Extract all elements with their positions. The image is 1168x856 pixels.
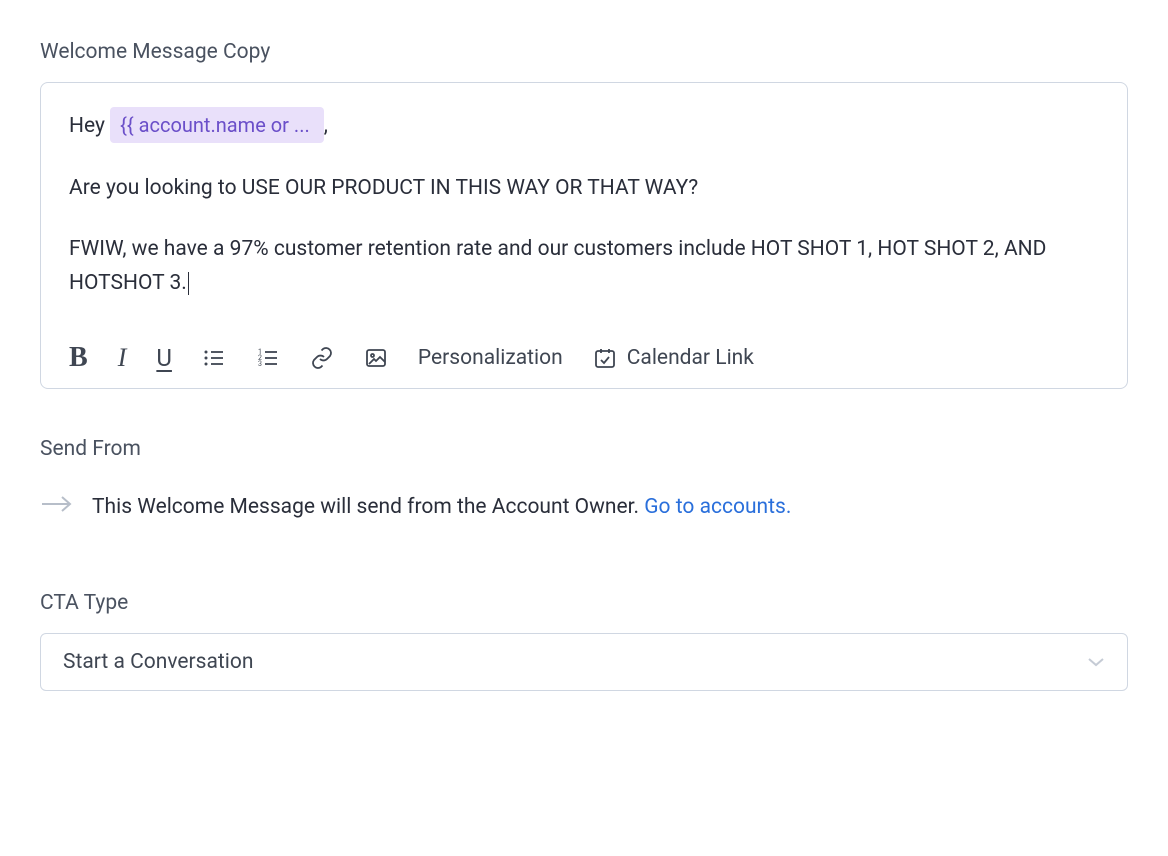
send-from-note: This Welcome Message will send from the …: [92, 495, 791, 519]
cta-type-label: CTA Type: [40, 591, 1128, 615]
personalization-token[interactable]: {{ account.name or ...: [110, 107, 324, 143]
greeting-prefix: Hey: [69, 114, 110, 138]
arrow-right-icon: [40, 493, 74, 521]
cta-selected-value: Start a Conversation: [63, 650, 253, 674]
numbered-list-icon: 1 2 3: [256, 346, 280, 370]
message-editor[interactable]: Hey {{ account.name or ..., Are you look…: [40, 82, 1128, 389]
send-from-row: This Welcome Message will send from the …: [40, 493, 1128, 521]
link-button[interactable]: [310, 346, 334, 370]
underline-button[interactable]: U: [156, 344, 172, 372]
image-button[interactable]: [364, 346, 388, 370]
greeting-suffix: ,: [324, 114, 328, 138]
bold-icon: B: [69, 342, 88, 374]
personalization-label: Personalization: [418, 346, 563, 370]
calendar-link-button[interactable]: Calendar Link: [593, 346, 754, 370]
editor-content[interactable]: Hey {{ account.name or ..., Are you look…: [69, 107, 1099, 300]
cta-type-select[interactable]: Start a Conversation: [40, 633, 1128, 691]
editor-line-3: FWIW, we have a 97% customer retention r…: [69, 233, 1099, 300]
text-cursor: [188, 272, 189, 295]
editor-line-1: Hey {{ account.name or ...,: [69, 107, 1099, 144]
italic-button[interactable]: I: [118, 343, 127, 373]
send-from-section: Send From This Welcome Message will send…: [40, 437, 1128, 521]
chevron-down-icon: [1087, 650, 1105, 674]
send-from-label: Send From: [40, 437, 1128, 461]
send-from-note-text: This Welcome Message will send from the …: [92, 495, 644, 519]
italic-icon: I: [118, 343, 127, 373]
cta-type-section: CTA Type Start a Conversation: [40, 591, 1128, 691]
welcome-message-section: Welcome Message Copy Hey {{ account.name…: [40, 40, 1128, 389]
bullet-list-button[interactable]: [202, 346, 226, 370]
link-icon: [310, 346, 334, 370]
calendar-check-icon: [593, 346, 617, 370]
bullet-list-icon: [202, 346, 226, 370]
underline-icon: U: [156, 344, 172, 372]
editor-toolbar: B I U 1 2: [69, 334, 1099, 374]
svg-text:3: 3: [258, 360, 262, 368]
image-icon: [364, 346, 388, 370]
go-to-accounts-link[interactable]: Go to accounts.: [644, 495, 791, 519]
personalization-button[interactable]: Personalization: [418, 346, 563, 370]
welcome-message-label: Welcome Message Copy: [40, 40, 1128, 64]
editor-line-2: Are you looking to USE OUR PRODUCT IN TH…: [69, 172, 1099, 206]
calendar-link-label: Calendar Link: [627, 346, 754, 370]
numbered-list-button[interactable]: 1 2 3: [256, 346, 280, 370]
bold-button[interactable]: B: [69, 342, 88, 374]
